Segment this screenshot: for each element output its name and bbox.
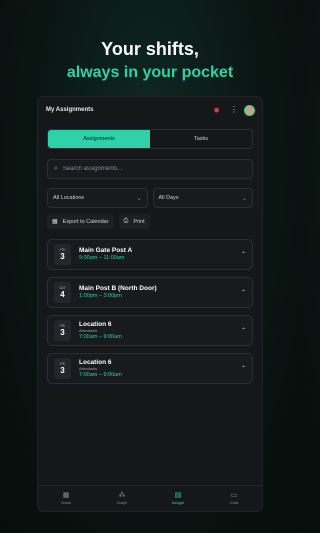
date-badge: FRI 3: [54, 358, 71, 379]
assignment-time: 9:00am – 11:00am: [79, 255, 125, 261]
assignment-info: Location 6 Attendants 7:00am – 9:00am: [79, 321, 241, 341]
assignment-name: Main Gate Post A: [79, 247, 133, 254]
tab-tasks[interactable]: Tasks: [150, 130, 252, 148]
assignment-card[interactable]: FRI 3 Location 6 Attendants 7:00am – 9:0…: [47, 353, 253, 384]
assignment-card[interactable]: FRI 3 Location 6 Attendants 7:00am – 9:0…: [47, 315, 253, 346]
headline-line-2: always in your pocket: [66, 64, 234, 81]
location-select[interactable]: All Locations ⌄: [47, 188, 148, 208]
headline-line-1: Your shifts,: [101, 39, 199, 59]
calendar-icon: ▦: [52, 219, 58, 225]
nav-chat[interactable]: ▭ Chat: [206, 486, 262, 511]
headline: Your shifts, always in your pocket: [0, 38, 300, 84]
assignment-time: 7:00am – 9:00am: [79, 333, 122, 340]
days-select[interactable]: All Days ⌄: [152, 188, 253, 208]
print-button[interactable]: ⎙ Print: [118, 214, 150, 229]
chevron-up-icon[interactable]: ⌃: [241, 327, 246, 334]
nav-assignments[interactable]: ▤ Assignt: [150, 486, 206, 511]
nav-label: Assignt: [171, 501, 185, 505]
printer-icon: ⎙: [123, 218, 129, 224]
chevron-down-icon: ⌄: [136, 195, 142, 202]
date-badge: SAT 4: [54, 282, 71, 303]
home-icon: ▦: [62, 492, 70, 499]
nav-graph[interactable]: ⁂ Graph: [94, 486, 150, 511]
assignment-time: 7:00am – 9:00am: [79, 371, 122, 378]
assignment-name: Location 6: [79, 320, 112, 328]
more-menu-icon[interactable]: ⋮: [230, 106, 238, 114]
chevron-down-icon: ⌄: [241, 195, 247, 202]
graph-icon: ⁂: [118, 492, 126, 499]
bottom-navigation: ▦ Home ⁂ Graph ▤ Assignt ▭ Chat: [38, 485, 262, 511]
export-calendar-label: Export to Calendar: [62, 218, 109, 225]
search-icon: ⌕: [54, 165, 58, 172]
day-number: 3: [60, 366, 65, 375]
avatar[interactable]: [244, 104, 255, 116]
location-select-label: All Locations: [53, 195, 85, 201]
page-title: My Assignments: [46, 107, 94, 113]
alert-icon[interactable]: ✹: [213, 106, 220, 115]
app-screen: My Assignments ✹ ⋮ Assignments Tasks ⌕ A…: [37, 96, 263, 512]
tab-bar: Assignments Tasks: [47, 129, 253, 149]
nav-home[interactable]: ▦ Home: [38, 486, 94, 511]
chevron-up-icon[interactable]: ⌃: [241, 251, 246, 258]
assignment-info: Location 6 Attendants 7:00am – 9:00am: [79, 359, 241, 379]
chat-icon: ▭: [230, 492, 238, 499]
assignment-time: 1:00pm – 3:00pm: [79, 293, 122, 299]
assignments-icon: ▤: [174, 492, 182, 499]
assignment-info: Main Gate Post A 9:00am – 11:00am: [79, 247, 241, 262]
nav-label: Chat: [229, 501, 239, 505]
export-calendar-button[interactable]: ▦ Export to Calendar: [47, 214, 114, 229]
nav-label: Home: [60, 501, 72, 505]
assignment-info: Main Post B (North Door) 1:00pm – 3:00pm: [79, 285, 241, 300]
day-number: 3: [60, 328, 65, 337]
chevron-up-icon[interactable]: ⌃: [241, 365, 246, 372]
chevron-up-icon[interactable]: ⌃: [241, 289, 246, 296]
days-select-label: All Days: [158, 195, 179, 201]
tab-assignments[interactable]: Assignments: [48, 130, 150, 148]
day-number: 3: [60, 252, 65, 261]
action-bar: ▦ Export to Calendar ⎙ Print: [47, 214, 253, 229]
search-input[interactable]: [62, 166, 223, 172]
nav-label: Graph: [116, 501, 128, 505]
print-label: Print: [133, 218, 145, 225]
day-number: 4: [60, 290, 65, 299]
assignment-card[interactable]: FRI 3 Main Gate Post A 9:00am – 11:00am …: [47, 239, 253, 270]
filters: All Locations ⌄ All Days ⌄: [47, 188, 253, 208]
assignment-name: Location 6: [79, 358, 112, 366]
date-badge: FRI 3: [54, 244, 71, 265]
assignment-name: Main Post B (North Door): [79, 285, 157, 292]
date-badge: FRI 3: [54, 320, 71, 341]
app-header: My Assignments ✹ ⋮: [38, 97, 262, 123]
assignment-list: FRI 3 Main Gate Post A 9:00am – 11:00am …: [47, 239, 253, 384]
search-box: ⌕: [47, 159, 253, 179]
assignment-card[interactable]: SAT 4 Main Post B (North Door) 1:00pm – …: [47, 277, 253, 308]
